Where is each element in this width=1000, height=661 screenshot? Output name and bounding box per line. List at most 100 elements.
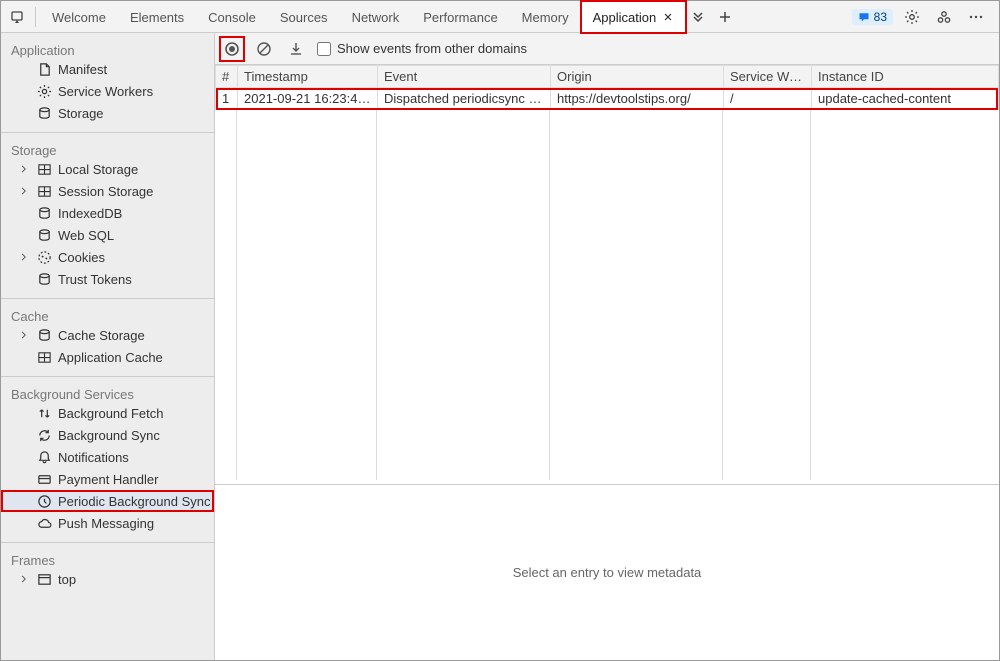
sidebar-item-label: Background Sync [58, 428, 160, 443]
section-background-title: Background Services [1, 377, 214, 402]
cylinder-icon [37, 106, 52, 121]
section-storage-title: Storage [1, 133, 214, 158]
close-icon[interactable] [662, 11, 674, 23]
save-button[interactable] [285, 38, 307, 60]
sidebar-item-payment-handler[interactable]: Payment Handler [1, 468, 214, 490]
col-header[interactable]: Timestamp [238, 66, 378, 88]
sidebar-item-label: Trust Tokens [58, 272, 132, 287]
tab-label: Console [208, 10, 256, 25]
sidebar-item-local-storage[interactable]: Local Storage [1, 158, 214, 180]
sidebar-item-label: Periodic Background Sync [58, 494, 210, 509]
detail-pane: Select an entry to view metadata [215, 485, 999, 660]
tab-performance[interactable]: Performance [411, 1, 509, 33]
bell-icon [37, 450, 52, 465]
cell-event: Dispatched periodicsync e… [378, 88, 551, 110]
tab-console[interactable]: Console [196, 1, 268, 33]
sidebar-item-cookies[interactable]: Cookies [1, 246, 214, 268]
cylinder-icon [37, 328, 52, 343]
tab-application[interactable]: Application [581, 1, 687, 33]
divider [35, 7, 36, 27]
sidebar-item-label: Application Cache [58, 350, 163, 365]
col-header[interactable]: # [216, 66, 238, 88]
cylinder-icon [37, 228, 52, 243]
cookie-icon [37, 250, 52, 265]
more-tabs-button[interactable] [686, 4, 712, 30]
cylinder-icon [37, 206, 52, 221]
document-icon [37, 62, 52, 77]
tab-label: Elements [130, 10, 184, 25]
show-other-domains-input[interactable] [317, 42, 331, 56]
more-options-icon[interactable] [963, 4, 989, 30]
sidebar-item-session-storage[interactable]: Session Storage [1, 180, 214, 202]
application-sidebar: Application ManifestService WorkersStora… [1, 33, 215, 660]
sidebar-item-notifications[interactable]: Notifications [1, 446, 214, 468]
message-icon [858, 11, 870, 23]
sidebar-item-label: Manifest [58, 62, 107, 77]
sidebar-item-label: Background Fetch [58, 406, 164, 421]
sidebar-item-trust-tokens[interactable]: Trust Tokens [1, 268, 214, 290]
sidebar-item-cache-storage[interactable]: Cache Storage [1, 324, 214, 346]
issues-count: 83 [874, 10, 887, 24]
devtools-tabbar: Welcome Elements Console Sources Network Perf… [1, 1, 999, 33]
cell-instance: update-cached-content [812, 88, 999, 110]
section-cache-title: Cache [1, 299, 214, 324]
cloud-icon [37, 516, 52, 531]
sidebar-item-label: Web SQL [58, 228, 114, 243]
sidebar-item-background-sync[interactable]: Background Sync [1, 424, 214, 446]
chevron-right-icon [19, 164, 29, 174]
gear-icon [37, 84, 52, 99]
inspect-element-icon[interactable] [5, 4, 31, 30]
card-icon [37, 472, 52, 487]
sidebar-item-indexeddb[interactable]: IndexedDB [1, 202, 214, 224]
table-row[interactable]: 12021-09-21 16:23:40…Dispatched periodic… [216, 88, 999, 110]
col-header[interactable]: Service Wo… [724, 66, 812, 88]
cell-origin: https://devtoolstips.org/ [551, 88, 724, 110]
clear-button[interactable] [253, 38, 275, 60]
record-button[interactable] [221, 38, 243, 60]
tab-sources[interactable]: Sources [268, 1, 340, 33]
updown-icon [37, 406, 52, 421]
content-pane: Show events from other domains #Timestam… [215, 33, 999, 660]
new-tab-button[interactable] [712, 4, 738, 30]
clock-icon [37, 494, 52, 509]
experiments-icon[interactable] [931, 4, 957, 30]
detail-placeholder: Select an entry to view metadata [513, 565, 702, 580]
sidebar-item-background-fetch[interactable]: Background Fetch [1, 402, 214, 424]
tab-memory[interactable]: Memory [510, 1, 581, 33]
sidebar-item-application-cache[interactable]: Application Cache [1, 346, 214, 368]
sidebar-item-web-sql[interactable]: Web SQL [1, 224, 214, 246]
sidebar-item-label: Cookies [58, 250, 105, 265]
tab-label: Application [593, 10, 657, 25]
chevron-right-icon [19, 252, 29, 262]
sidebar-item-manifest[interactable]: Manifest [1, 58, 214, 80]
sidebar-item-label: Push Messaging [58, 516, 154, 531]
sidebar-item-label: Service Workers [58, 84, 153, 99]
cell-n: 1 [216, 88, 238, 110]
window-icon [37, 572, 52, 587]
chevron-right-icon [19, 574, 29, 584]
sidebar-item-periodic-background-sync[interactable]: Periodic Background Sync [1, 490, 214, 512]
sidebar-item-push-messaging[interactable]: Push Messaging [1, 512, 214, 534]
sidebar-item-label: Session Storage [58, 184, 153, 199]
tab-welcome[interactable]: Welcome [40, 1, 118, 33]
sidebar-item-storage[interactable]: Storage [1, 102, 214, 124]
tab-elements[interactable]: Elements [118, 1, 196, 33]
tab-network[interactable]: Network [340, 1, 412, 33]
sync-icon [37, 428, 52, 443]
sidebar-item-service-workers[interactable]: Service Workers [1, 80, 214, 102]
tab-label: Network [352, 10, 400, 25]
col-header[interactable]: Event [378, 66, 551, 88]
sidebar-item-label: Storage [58, 106, 104, 121]
col-header[interactable]: Origin [551, 66, 724, 88]
settings-icon[interactable] [899, 4, 925, 30]
cell-timestamp: 2021-09-21 16:23:40… [238, 88, 378, 110]
col-header[interactable]: Instance ID [812, 66, 999, 88]
sidebar-item-label: Cache Storage [58, 328, 145, 343]
issues-counter[interactable]: 83 [852, 9, 893, 25]
show-other-domains-checkbox[interactable]: Show events from other domains [317, 41, 527, 56]
sidebar-item-label: Payment Handler [58, 472, 158, 487]
cell-sw: / [724, 88, 812, 110]
tab-label: Memory [522, 10, 569, 25]
events-table: #TimestampEventOriginService Wo…Instance… [215, 65, 999, 110]
sidebar-item-top[interactable]: top [1, 568, 214, 590]
